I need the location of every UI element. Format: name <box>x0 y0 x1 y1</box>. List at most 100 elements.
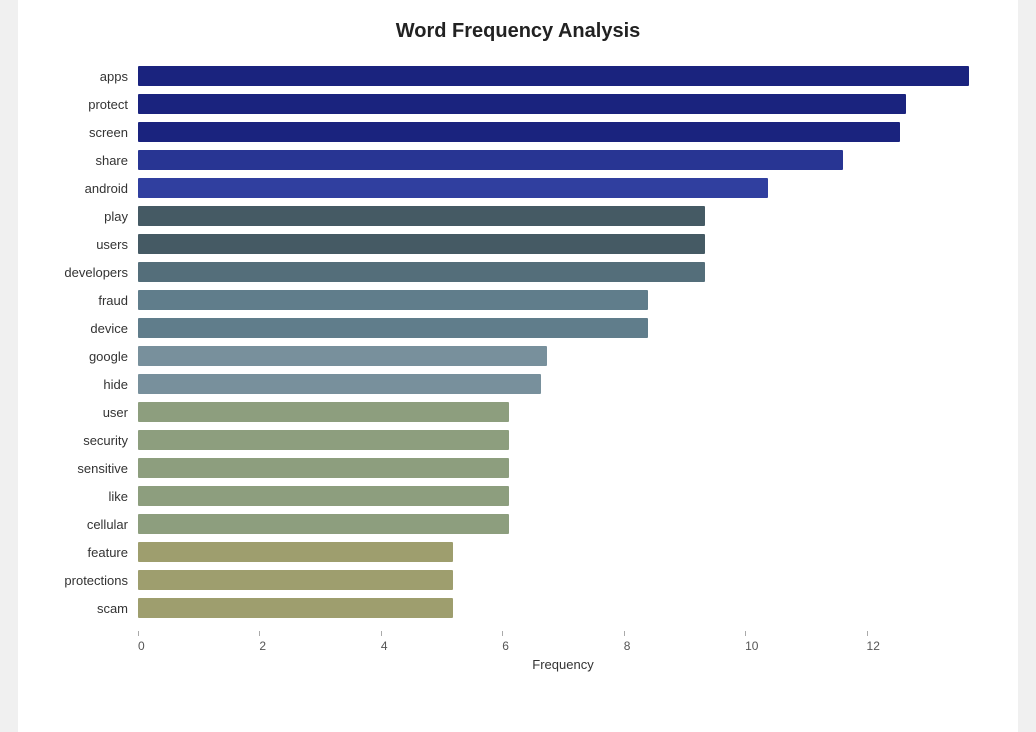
x-tick: 0 <box>138 631 259 653</box>
bar-track <box>138 290 988 310</box>
bar-label: cellular <box>48 517 138 532</box>
bar-fill <box>138 458 509 478</box>
bar-fill <box>138 66 969 86</box>
bar-label: hide <box>48 377 138 392</box>
bar-track <box>138 486 988 506</box>
x-tick-line <box>624 631 625 636</box>
bar-label: apps <box>48 69 138 84</box>
bar-track <box>138 514 988 534</box>
bar-track <box>138 430 988 450</box>
bar-track <box>138 234 988 254</box>
bar-fill <box>138 94 906 114</box>
bar-track <box>138 318 988 338</box>
bar-fill <box>138 178 768 198</box>
bar-label: android <box>48 181 138 196</box>
bar-label: scam <box>48 601 138 616</box>
bar-row: user <box>48 399 988 425</box>
bar-row: protections <box>48 567 988 593</box>
bar-label: play <box>48 209 138 224</box>
bar-row: sensitive <box>48 455 988 481</box>
bar-label: user <box>48 405 138 420</box>
bar-row: like <box>48 483 988 509</box>
bar-fill <box>138 542 453 562</box>
x-tick: 6 <box>502 631 623 653</box>
bar-track <box>138 402 988 422</box>
bar-track <box>138 150 988 170</box>
bar-track <box>138 458 988 478</box>
x-tick-line <box>381 631 382 636</box>
bar-fill <box>138 290 648 310</box>
x-tick: 4 <box>381 631 502 653</box>
x-axis: 0 2 4 6 8 10 12 <box>138 631 988 653</box>
bar-label: protections <box>48 573 138 588</box>
bar-track <box>138 122 988 142</box>
bar-row: protect <box>48 91 988 117</box>
bar-row: fraud <box>48 287 988 313</box>
chart-title: Word Frequency Analysis <box>48 20 988 43</box>
x-tick-label: 4 <box>381 639 388 653</box>
bar-label: google <box>48 349 138 364</box>
bar-row: security <box>48 427 988 453</box>
bar-label: device <box>48 321 138 336</box>
bar-label: users <box>48 237 138 252</box>
bar-label: like <box>48 489 138 504</box>
bar-track <box>138 374 988 394</box>
x-tick-line <box>502 631 503 636</box>
bar-label: security <box>48 433 138 448</box>
bar-track <box>138 66 988 86</box>
bar-fill <box>138 486 509 506</box>
x-tick-label: 10 <box>745 639 758 653</box>
x-tick-label: 2 <box>259 639 266 653</box>
bar-row: screen <box>48 119 988 145</box>
bar-track <box>138 206 988 226</box>
x-tick-label: 6 <box>502 639 509 653</box>
bar-track <box>138 598 988 618</box>
bar-label: share <box>48 153 138 168</box>
x-axis-label: Frequency <box>138 657 988 672</box>
bar-fill <box>138 150 843 170</box>
x-tick-label: 0 <box>138 639 145 653</box>
bar-row: share <box>48 147 988 173</box>
x-tick: 12 <box>867 631 988 653</box>
bar-row: google <box>48 343 988 369</box>
bar-track <box>138 570 988 590</box>
bar-label: screen <box>48 125 138 140</box>
bar-fill <box>138 346 547 366</box>
bar-fill <box>138 262 705 282</box>
bar-label: fraud <box>48 293 138 308</box>
bar-label: sensitive <box>48 461 138 476</box>
bar-fill <box>138 206 705 226</box>
x-tick-line <box>138 631 139 636</box>
x-tick-label: 8 <box>624 639 631 653</box>
chart-area: apps protect screen share android play users de… <box>48 63 988 623</box>
x-tick: 10 <box>745 631 866 653</box>
bar-row: apps <box>48 63 988 89</box>
x-tick-line <box>867 631 868 636</box>
chart-container: Word Frequency Analysis apps protect scree… <box>18 0 1018 732</box>
bar-track <box>138 94 988 114</box>
x-tick-line <box>745 631 746 636</box>
x-tick-line <box>259 631 260 636</box>
bar-fill <box>138 318 648 338</box>
bar-row: play <box>48 203 988 229</box>
bar-label: developers <box>48 265 138 280</box>
bar-row: cellular <box>48 511 988 537</box>
bar-track <box>138 346 988 366</box>
bar-fill <box>138 430 509 450</box>
bar-row: users <box>48 231 988 257</box>
bar-fill <box>138 234 705 254</box>
bar-row: android <box>48 175 988 201</box>
bar-row: feature <box>48 539 988 565</box>
bar-fill <box>138 598 453 618</box>
bar-fill <box>138 122 900 142</box>
bar-label: feature <box>48 545 138 560</box>
bar-row: hide <box>48 371 988 397</box>
bar-track <box>138 178 988 198</box>
bar-fill <box>138 374 541 394</box>
x-tick: 8 <box>624 631 745 653</box>
bar-row: scam <box>48 595 988 621</box>
bar-track <box>138 542 988 562</box>
bar-fill <box>138 570 453 590</box>
bar-fill <box>138 514 509 534</box>
bar-row: device <box>48 315 988 341</box>
